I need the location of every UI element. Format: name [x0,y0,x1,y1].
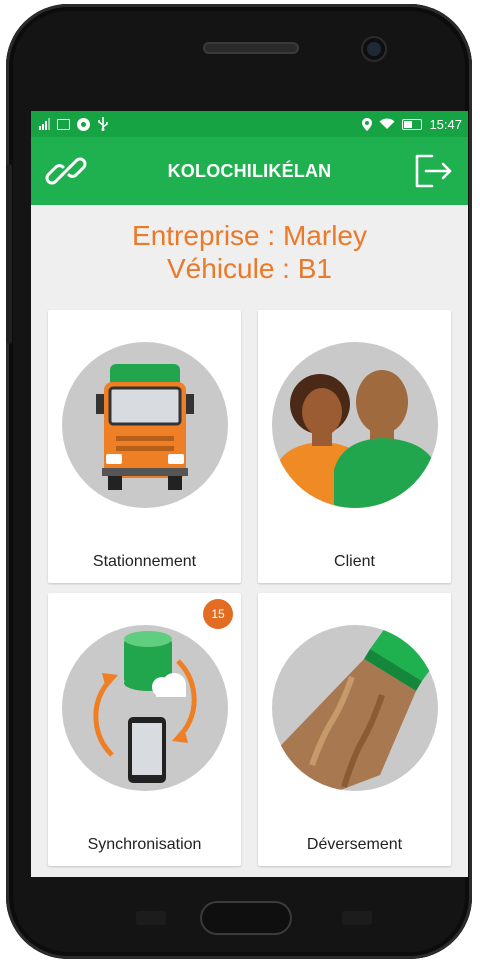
tile-label: Déversement [306,836,403,853]
tile-client[interactable]: Client [258,310,451,583]
link-icon [45,157,87,185]
back-key[interactable] [342,911,372,925]
logout-icon [415,154,452,188]
battery-icon [402,118,423,130]
vehicule-label: Véhicule : B1 [167,253,332,284]
volume-button [6,164,12,344]
logout-button[interactable] [410,148,456,194]
app-screen: 15:47 KOLOCHILIKÉLAN Entreprise: Marley… [31,111,468,877]
clients-icon [272,342,438,508]
tile-label: Synchronisation [87,836,202,853]
phone-frame: 15:47 KOLOCHILIKÉLAN Entreprise: Marley… [6,4,472,959]
location-icon [362,117,373,131]
menu-grid: Stationnement Client 15 Synchronisation … [48,310,451,866]
entreprise-label: Entreprise : Marley [132,220,367,251]
link-button[interactable] [43,148,89,194]
tile-stationnement[interactable]: Stationnement [48,310,241,583]
usb-icon [98,117,108,131]
tile-synchronisation[interactable]: 15 Synchronisation [48,593,241,866]
wifi-icon [379,118,395,129]
signal-icon [39,118,50,130]
tile-label: Client [334,553,375,570]
front-camera [363,38,385,60]
home-button[interactable] [200,901,292,935]
app-title: KOLOCHILIKÉLAN [167,160,332,181]
truck-icon [62,342,228,508]
context-header: Entreprise : Marley Véhicule : B1 [31,219,468,285]
pending-count-badge: 15 [203,599,233,629]
app-icon [77,117,90,131]
tile-label: Stationnement [92,553,197,570]
pouring-icon [272,625,438,791]
sync-icon [62,625,228,791]
app-toolbar: KOLOCHILIKÉLAN [31,137,468,205]
image-icon [57,118,70,130]
earpiece-speaker [203,42,299,54]
status-bar: 15:47 [31,111,468,137]
tile-deversement[interactable]: Déversement [258,593,451,866]
status-time: 15:47 [429,116,462,132]
recent-apps-key[interactable] [136,911,166,925]
